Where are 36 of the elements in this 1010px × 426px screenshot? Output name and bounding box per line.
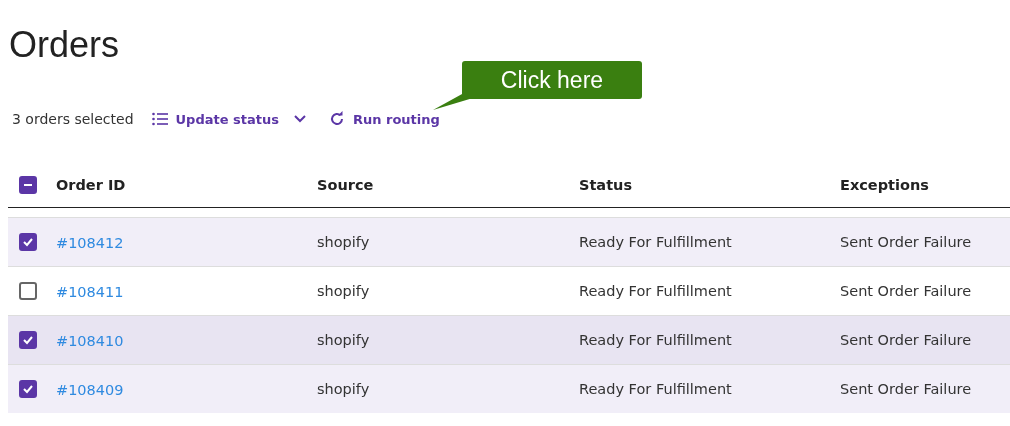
checkbox[interactable] [19,175,37,194]
list-icon [151,112,168,126]
callout-bubble: Click here [462,61,642,99]
column-header: Exceptions [840,176,930,193]
table-cell-text: Sent Order Failure [840,332,973,348]
checkbox[interactable] [19,233,37,251]
table-cell-text: Ready For Fulfillment [579,234,733,250]
table-cell-text: Ready For Fulfillment [579,381,733,397]
checkmark-icon [22,383,34,395]
table-cell-text: shopify [317,283,371,299]
checkbox[interactable] [19,331,37,349]
column-header: Status [579,176,634,193]
table-row[interactable]: #108410 shopify Ready For Fulfillment Sent Order Failure [8,315,1010,364]
table-cell-text: shopify [317,234,371,250]
order-link[interactable]: #108411 [56,283,124,300]
update-status-button[interactable]: Update status [151,111,307,127]
table-cell-text: Ready For Fulfillment [579,332,733,348]
table-cell-text: shopify [317,381,371,397]
page-title: Orders [8,23,121,67]
checkbox[interactable] [19,380,37,398]
selection-count: 3 orders selected [12,111,134,127]
table-cell-text: Sent Order Failure [840,283,973,299]
run-routing-button[interactable]: Run routing [328,111,440,127]
checkbox[interactable] [19,282,37,300]
checkmark-icon [22,236,34,248]
table-cell-text: Sent Order Failure [840,234,973,250]
refresh-icon [328,111,345,127]
column-header: Order ID [56,176,127,193]
checkmark-icon [22,334,34,346]
column-header: Source [317,176,375,193]
table-cell-text: Ready For Fulfillment [579,283,733,299]
caret-icon [292,114,307,124]
table-cell-text: shopify [317,332,371,348]
table-row[interactable]: #108412 shopify Ready For Fulfillment Sent Order Failure [8,217,1010,266]
table-row[interactable]: #108409 shopify Ready For Fulfillment Sent Order Failure [8,364,1010,413]
table-cell-text: Sent Order Failure [840,381,973,397]
